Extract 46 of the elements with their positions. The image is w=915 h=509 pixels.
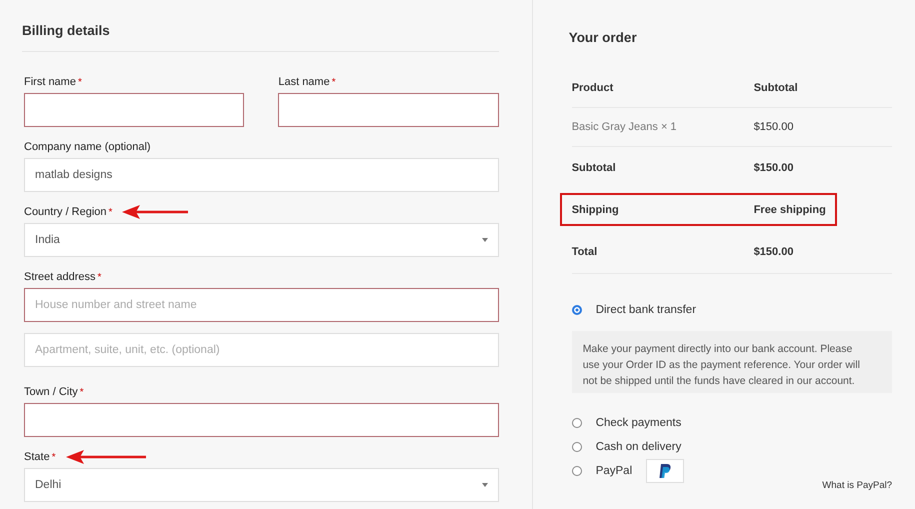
column-header: Subtotal [754, 82, 799, 94]
total-label: Subtotal [572, 162, 617, 174]
radio-button[interactable] [572, 305, 582, 315]
field-label: Town / City [24, 386, 78, 398]
radio-button[interactable] [572, 466, 582, 476]
select-field[interactable]: India [24, 223, 499, 257]
input-field[interactable] [24, 403, 499, 437]
required-asterisk: * [78, 76, 82, 88]
total-value: $150.00 [754, 162, 794, 174]
total-label: Shipping [572, 204, 620, 216]
price-text: $150.00 [754, 121, 794, 133]
select-value: India [35, 234, 60, 246]
section-title: Your order [568, 30, 638, 45]
caret-icon [482, 483, 488, 487]
select-field[interactable]: Delhi [24, 468, 499, 502]
field-label: First name [24, 76, 76, 88]
input-field[interactable]: House number and street name [24, 288, 499, 322]
payment-label[interactable]: PayPal [596, 465, 632, 477]
total-value: $150.00 [754, 246, 794, 258]
radio-button[interactable] [572, 442, 582, 452]
product-name: Basic Gray Jeans × 1 [572, 121, 678, 133]
paypal-info-link[interactable]: What is PayPal? [822, 480, 892, 491]
field-label: Street address [24, 271, 96, 283]
caret-icon [482, 238, 488, 242]
required-asterisk: * [52, 452, 56, 462]
input-field[interactable] [24, 93, 244, 127]
payment-label[interactable]: Direct bank transfer [596, 304, 696, 316]
select-value: Delhi [35, 479, 62, 491]
total-label: Total [572, 246, 598, 258]
required-asterisk: * [332, 76, 336, 88]
required-asterisk: * [108, 206, 112, 218]
required-asterisk: * [80, 386, 84, 398]
radio-button[interactable] [572, 418, 582, 428]
total-value: Free shipping [754, 204, 827, 216]
field-label: Country / Region [24, 206, 107, 218]
field-label: State [24, 451, 50, 463]
payment-label[interactable]: Check payments [596, 417, 682, 429]
input-field[interactable]: matlab designs [24, 158, 499, 192]
input-field[interactable] [278, 93, 499, 127]
required-asterisk: * [98, 272, 102, 282]
field-label: Last name [278, 76, 330, 88]
payment-label[interactable]: Cash on delivery [596, 441, 682, 453]
section-title: Billing details [22, 23, 499, 52]
payment-description: Make your payment directly into our bank account. Please use your Order ID as the payment reference. Your order will not be shipped until the funds have cleared in our account. [572, 331, 892, 393]
field-label: Company name (optional) [24, 141, 151, 153]
column-header: Product [572, 82, 614, 94]
